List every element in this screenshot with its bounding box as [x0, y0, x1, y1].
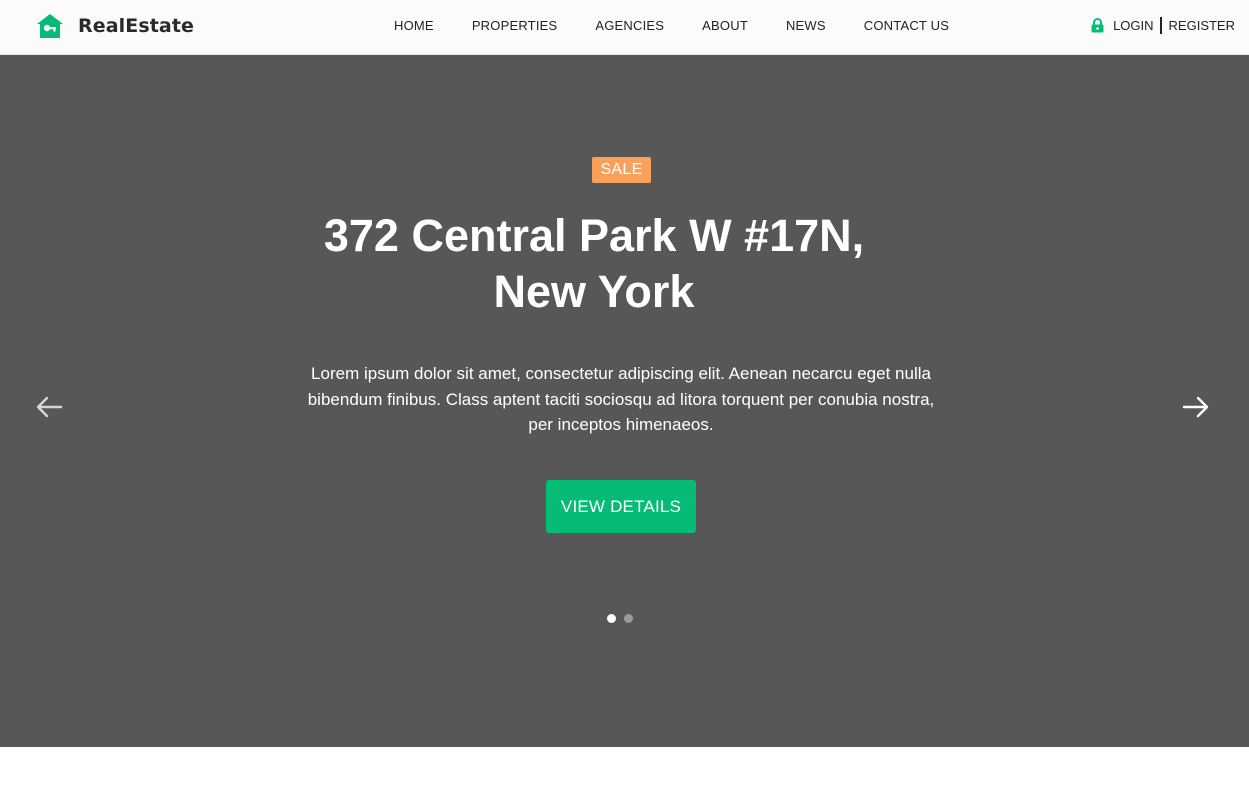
auth-divider: [1159, 17, 1162, 34]
nav-properties[interactable]: PROPERTIES: [472, 18, 558, 33]
property-title: 372 Central Park W #17N, New York: [274, 208, 914, 320]
arrow-left-icon[interactable]: [34, 395, 64, 419]
view-details-button[interactable]: VIEW DETAILS: [546, 480, 696, 533]
arrow-right-icon[interactable]: [1181, 395, 1211, 419]
lock-icon: [1091, 18, 1104, 33]
register-link[interactable]: REGISTER: [1169, 18, 1235, 33]
main-nav: HOME PROPERTIES AGENCIES ABOUT NEWS CONT…: [394, 18, 987, 33]
brand-name: RealEstate: [78, 15, 195, 37]
nav-home[interactable]: HOME: [394, 18, 434, 33]
nav-news[interactable]: NEWS: [786, 18, 826, 33]
nav-agencies[interactable]: AGENCIES: [595, 18, 664, 33]
page-content-area: [0, 747, 1249, 799]
hero-slider: SALE 372 Central Park W #17N, New York L…: [0, 55, 1249, 747]
nav-contact-us[interactable]: CONTACT US: [864, 18, 949, 33]
nav-about[interactable]: ABOUT: [702, 18, 748, 33]
property-title-line2: New York: [493, 266, 695, 317]
slide-dot-2[interactable]: [624, 614, 633, 623]
status-badge: SALE: [592, 157, 651, 183]
site-header: RealEstate HOME PROPERTIES AGENCIES ABOU…: [0, 0, 1249, 55]
slider-pagination: [607, 614, 641, 623]
property-title-line1: 372 Central Park W #17N,: [323, 210, 865, 261]
property-description: Lorem ipsum dolor sit amet, consectetur …: [307, 364, 935, 434]
auth-links: LOGIN REGISTER: [1091, 17, 1235, 34]
brand-logo-link[interactable]: RealEstate: [36, 13, 194, 39]
login-link[interactable]: LOGIN: [1113, 18, 1153, 33]
slide-dot-1[interactable]: [607, 614, 616, 623]
house-key-icon: [37, 14, 63, 38]
